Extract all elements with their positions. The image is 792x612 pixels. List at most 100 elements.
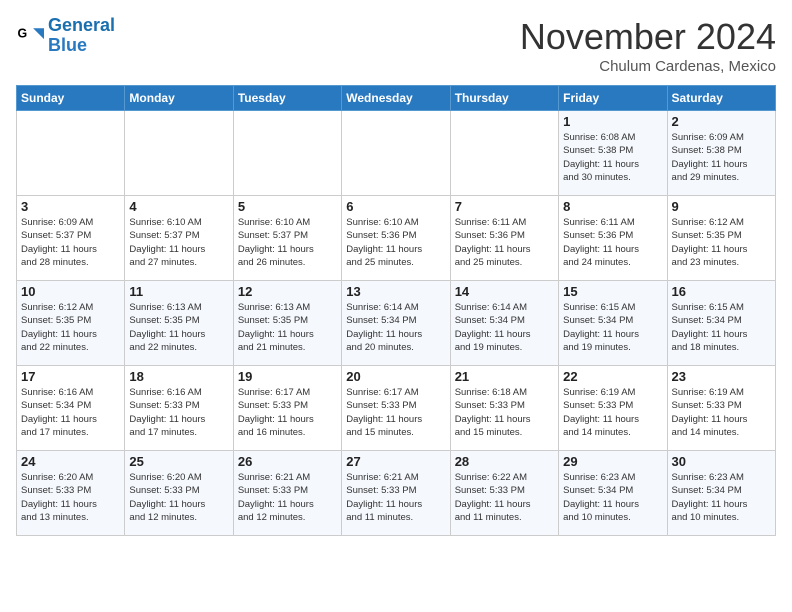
- calendar-cell: 11 Sunrise: 6:13 AM Sunset: 5:35 PM Dayli…: [125, 281, 233, 366]
- cell-info: Sunrise: 6:09 AM Sunset: 5:37 PM Dayligh…: [21, 216, 120, 269]
- day-number: 6: [346, 199, 445, 214]
- logo-icon: G: [16, 22, 44, 50]
- calendar-cell: 10 Sunrise: 6:12 AM Sunset: 5:35 PM Dayli…: [17, 281, 125, 366]
- cell-info: Sunrise: 6:15 AM Sunset: 5:34 PM Dayligh…: [563, 301, 662, 354]
- calendar-cell: 2Sunrise: 6:09 AM Sunset: 5:38 PM Daylig…: [667, 111, 775, 196]
- calendar-cell: 23 Sunrise: 6:19 AM Sunset: 5:33 PM Dayli…: [667, 366, 775, 451]
- logo-general: General: [48, 15, 115, 35]
- day-number: 16: [672, 284, 771, 299]
- calendar-table: SundayMondayTuesdayWednesdayThursdayFrid…: [16, 85, 776, 536]
- calendar-week-row: 1Sunrise: 6:08 AM Sunset: 5:38 PM Daylig…: [17, 111, 776, 196]
- cell-info: Sunrise: 6:12 AM Sunset: 5:35 PM Dayligh…: [21, 301, 120, 354]
- day-number: 3: [21, 199, 120, 214]
- cell-info: Sunrise: 6:14 AM Sunset: 5:34 PM Dayligh…: [346, 301, 445, 354]
- cell-info: Sunrise: 6:18 AM Sunset: 5:33 PM Dayligh…: [455, 386, 554, 439]
- cell-info: Sunrise: 6:10 AM Sunset: 5:37 PM Dayligh…: [238, 216, 337, 269]
- day-number: 19: [238, 369, 337, 384]
- day-number: 15: [563, 284, 662, 299]
- calendar-cell: 3 Sunrise: 6:09 AM Sunset: 5:37 PM Daylig…: [17, 196, 125, 281]
- calendar-cell: 24 Sunrise: 6:20 AM Sunset: 5:33 PM Dayli…: [17, 451, 125, 536]
- day-number: 1: [563, 114, 662, 129]
- day-number: 14: [455, 284, 554, 299]
- day-number: 12: [238, 284, 337, 299]
- cell-info: Sunrise: 6:16 AM Sunset: 5:33 PM Dayligh…: [129, 386, 228, 439]
- calendar-cell: 21 Sunrise: 6:18 AM Sunset: 5:33 PM Dayli…: [450, 366, 558, 451]
- day-of-week-header: Thursday: [450, 86, 558, 111]
- calendar-cell: 15 Sunrise: 6:15 AM Sunset: 5:34 PM Dayli…: [559, 281, 667, 366]
- cell-info: Sunrise: 6:11 AM Sunset: 5:36 PM Dayligh…: [455, 216, 554, 269]
- day-of-week-header: Wednesday: [342, 86, 450, 111]
- day-number: 7: [455, 199, 554, 214]
- day-number: 25: [129, 454, 228, 469]
- cell-info: Sunrise: 6:23 AM Sunset: 5:34 PM Dayligh…: [672, 471, 771, 524]
- cell-info: Sunrise: 6:10 AM Sunset: 5:37 PM Dayligh…: [129, 216, 228, 269]
- calendar-cell: 6 Sunrise: 6:10 AM Sunset: 5:36 PM Daylig…: [342, 196, 450, 281]
- day-number: 22: [563, 369, 662, 384]
- calendar-cell: 12 Sunrise: 6:13 AM Sunset: 5:35 PM Dayli…: [233, 281, 341, 366]
- calendar-week-row: 10 Sunrise: 6:12 AM Sunset: 5:35 PM Dayli…: [17, 281, 776, 366]
- month-title: November 2024: [520, 16, 776, 58]
- calendar-cell: 16 Sunrise: 6:15 AM Sunset: 5:34 PM Dayli…: [667, 281, 775, 366]
- cell-info: Sunrise: 6:19 AM Sunset: 5:33 PM Dayligh…: [563, 386, 662, 439]
- calendar-cell: [125, 111, 233, 196]
- calendar-cell: 14 Sunrise: 6:14 AM Sunset: 5:34 PM Dayli…: [450, 281, 558, 366]
- calendar-cell: 5 Sunrise: 6:10 AM Sunset: 5:37 PM Daylig…: [233, 196, 341, 281]
- cell-info: Sunrise: 6:11 AM Sunset: 5:36 PM Dayligh…: [563, 216, 662, 269]
- cell-info: Sunrise: 6:20 AM Sunset: 5:33 PM Dayligh…: [21, 471, 120, 524]
- location: Chulum Cardenas, Mexico: [520, 58, 776, 75]
- cell-info: Sunrise: 6:20 AM Sunset: 5:33 PM Dayligh…: [129, 471, 228, 524]
- cell-info: Sunrise: 6:14 AM Sunset: 5:34 PM Dayligh…: [455, 301, 554, 354]
- svg-text:G: G: [18, 26, 28, 40]
- cell-info: Sunrise: 6:13 AM Sunset: 5:35 PM Dayligh…: [129, 301, 228, 354]
- calendar-cell: 27Sunrise: 6:21 AM Sunset: 5:33 PM Dayli…: [342, 451, 450, 536]
- cell-info: Sunrise: 6:19 AM Sunset: 5:33 PM Dayligh…: [672, 386, 771, 439]
- logo-text: General Blue: [48, 16, 115, 56]
- calendar-cell: 9 Sunrise: 6:12 AM Sunset: 5:35 PM Daylig…: [667, 196, 775, 281]
- day-number: 11: [129, 284, 228, 299]
- calendar-week-row: 17 Sunrise: 6:16 AM Sunset: 5:34 PM Dayli…: [17, 366, 776, 451]
- day-number: 21: [455, 369, 554, 384]
- cell-info: Sunrise: 6:23 AM Sunset: 5:34 PM Dayligh…: [563, 471, 662, 524]
- day-of-week-header: Saturday: [667, 86, 775, 111]
- cell-info: Sunrise: 6:17 AM Sunset: 5:33 PM Dayligh…: [238, 386, 337, 439]
- calendar-week-row: 3 Sunrise: 6:09 AM Sunset: 5:37 PM Daylig…: [17, 196, 776, 281]
- cell-info: Sunrise: 6:21 AM Sunset: 5:33 PM Dayligh…: [346, 471, 445, 524]
- day-number: 13: [346, 284, 445, 299]
- day-number: 5: [238, 199, 337, 214]
- day-of-week-header: Friday: [559, 86, 667, 111]
- day-number: 17: [21, 369, 120, 384]
- day-number: 10: [21, 284, 120, 299]
- cell-info: Sunrise: 6:17 AM Sunset: 5:33 PM Dayligh…: [346, 386, 445, 439]
- day-number: 9: [672, 199, 771, 214]
- calendar-cell: 1Sunrise: 6:08 AM Sunset: 5:38 PM Daylig…: [559, 111, 667, 196]
- calendar-cell: 19 Sunrise: 6:17 AM Sunset: 5:33 PM Dayli…: [233, 366, 341, 451]
- cell-info: Sunrise: 6:21 AM Sunset: 5:33 PM Dayligh…: [238, 471, 337, 524]
- cell-info: Sunrise: 6:15 AM Sunset: 5:34 PM Dayligh…: [672, 301, 771, 354]
- cell-info: Sunrise: 6:13 AM Sunset: 5:35 PM Dayligh…: [238, 301, 337, 354]
- days-header-row: SundayMondayTuesdayWednesdayThursdayFrid…: [17, 86, 776, 111]
- cell-info: Sunrise: 6:16 AM Sunset: 5:34 PM Dayligh…: [21, 386, 120, 439]
- calendar-cell: 20Sunrise: 6:17 AM Sunset: 5:33 PM Dayli…: [342, 366, 450, 451]
- day-number: 30: [672, 454, 771, 469]
- calendar-cell: 28Sunrise: 6:22 AM Sunset: 5:33 PM Dayli…: [450, 451, 558, 536]
- day-number: 18: [129, 369, 228, 384]
- day-number: 24: [21, 454, 120, 469]
- logo: G General Blue: [16, 16, 115, 56]
- calendar-cell: 18 Sunrise: 6:16 AM Sunset: 5:33 PM Dayli…: [125, 366, 233, 451]
- day-number: 29: [563, 454, 662, 469]
- title-block: November 2024 Chulum Cardenas, Mexico: [520, 16, 776, 75]
- calendar-cell: 17 Sunrise: 6:16 AM Sunset: 5:34 PM Dayli…: [17, 366, 125, 451]
- cell-info: Sunrise: 6:22 AM Sunset: 5:33 PM Dayligh…: [455, 471, 554, 524]
- calendar-cell: [17, 111, 125, 196]
- day-of-week-header: Sunday: [17, 86, 125, 111]
- calendar-cell: 7 Sunrise: 6:11 AM Sunset: 5:36 PM Daylig…: [450, 196, 558, 281]
- cell-info: Sunrise: 6:09 AM Sunset: 5:38 PM Dayligh…: [672, 131, 771, 184]
- cell-info: Sunrise: 6:12 AM Sunset: 5:35 PM Dayligh…: [672, 216, 771, 269]
- calendar-cell: 29 Sunrise: 6:23 AM Sunset: 5:34 PM Dayli…: [559, 451, 667, 536]
- day-number: 23: [672, 369, 771, 384]
- calendar-cell: [450, 111, 558, 196]
- calendar-cell: 26Sunrise: 6:21 AM Sunset: 5:33 PM Dayli…: [233, 451, 341, 536]
- calendar-week-row: 24 Sunrise: 6:20 AM Sunset: 5:33 PM Dayli…: [17, 451, 776, 536]
- cell-info: Sunrise: 6:10 AM Sunset: 5:36 PM Dayligh…: [346, 216, 445, 269]
- day-of-week-header: Tuesday: [233, 86, 341, 111]
